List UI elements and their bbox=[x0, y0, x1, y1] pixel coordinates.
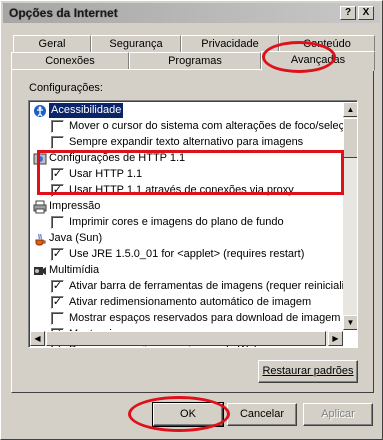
tab-avancadas[interactable]: Avançadas bbox=[261, 51, 375, 71]
window-title: Opções da Internet bbox=[9, 6, 118, 20]
tab-conexoes[interactable]: Conexões bbox=[11, 52, 129, 70]
setting-label: Usar HTTP 1.1 através de conexões via pr… bbox=[69, 184, 294, 196]
setting-label: Use JRE 1.5.0_01 for <applet> (requires … bbox=[69, 248, 305, 260]
checkbox-checked[interactable]: ✓ bbox=[51, 296, 64, 309]
printer-icon bbox=[33, 200, 47, 214]
group-label: Configurações de HTTP 1.1 bbox=[49, 152, 186, 164]
checkbox-checked[interactable]: ✓ bbox=[51, 168, 64, 181]
group-label: Java (Sun) bbox=[49, 232, 103, 244]
java-icon bbox=[35, 233, 46, 246]
help-button[interactable]: ? bbox=[340, 6, 356, 20]
vertical-scrollbar[interactable]: ▲ ▼ bbox=[343, 102, 357, 330]
group-label: Acessibilidade bbox=[49, 103, 124, 118]
ok-button[interactable]: OK bbox=[152, 402, 224, 427]
tab-programas[interactable]: Programas bbox=[129, 52, 261, 70]
checkbox[interactable] bbox=[51, 120, 64, 133]
scroll-left-arrow-icon[interactable]: ◀ bbox=[30, 331, 45, 346]
restore-defaults-label: Restaurar padrões bbox=[262, 365, 354, 377]
title-bar[interactable]: Opções da Internet ? X bbox=[3, 3, 380, 23]
internet-options-window: Opções da Internet ? X Geral Segurança P… bbox=[0, 0, 383, 440]
setting-label: Imprimir cores e imagens do plano de fun… bbox=[69, 216, 284, 228]
setting-label: Mostrar espaços reservados para download… bbox=[69, 312, 341, 324]
scroll-right-arrow-icon[interactable]: ▶ bbox=[328, 331, 343, 346]
setting-label: Sempre expandir texto alternativo para i… bbox=[69, 136, 304, 148]
multimedia-icon bbox=[34, 267, 46, 275]
settings-label: Configurações: bbox=[29, 82, 103, 94]
horizontal-scrollbar[interactable]: ◀ ▶ bbox=[30, 331, 343, 346]
setting-label: Ativar redimensionamento automático de i… bbox=[69, 296, 312, 308]
setting-label: Usar HTTP 1.1 bbox=[69, 168, 143, 180]
scroll-down-arrow-icon[interactable]: ▼ bbox=[343, 315, 357, 330]
horizontal-scroll-thumb[interactable] bbox=[46, 331, 326, 346]
group-label: Multimídia bbox=[49, 264, 100, 276]
group-label: Impressão bbox=[49, 200, 101, 212]
advanced-panel: Configurações: Acessibilidade Mover o cu… bbox=[11, 69, 374, 393]
setting-label: Mover o cursor do sistema com alterações… bbox=[69, 120, 357, 132]
scroll-thumb[interactable] bbox=[343, 118, 357, 158]
restore-defaults-button[interactable]: Restaurar padrões bbox=[258, 360, 358, 383]
checkbox[interactable] bbox=[51, 136, 64, 149]
checkbox-checked[interactable]: ✓ bbox=[51, 248, 64, 261]
checkbox-checked[interactable]: ✓ bbox=[51, 184, 64, 197]
tab-geral[interactable]: Geral bbox=[13, 35, 91, 53]
close-button[interactable]: X bbox=[358, 6, 374, 20]
checkbox[interactable] bbox=[51, 216, 64, 229]
setting-label: Ativar barra de ferramentas de imagens (… bbox=[69, 280, 358, 292]
tab-seguranca[interactable]: Segurança bbox=[91, 35, 181, 53]
accessibility-icon bbox=[34, 105, 46, 117]
scroll-up-arrow-icon[interactable]: ▲ bbox=[343, 102, 357, 117]
apply-button[interactable]: Aplicar bbox=[303, 403, 373, 426]
checkbox-checked[interactable]: ✓ bbox=[51, 280, 64, 293]
http-settings-icon bbox=[33, 153, 47, 165]
settings-list[interactable]: Acessibilidade Mover o cursor do sistema… bbox=[28, 100, 358, 348]
checkbox[interactable] bbox=[51, 312, 64, 325]
cancel-button[interactable]: Cancelar bbox=[227, 403, 297, 426]
